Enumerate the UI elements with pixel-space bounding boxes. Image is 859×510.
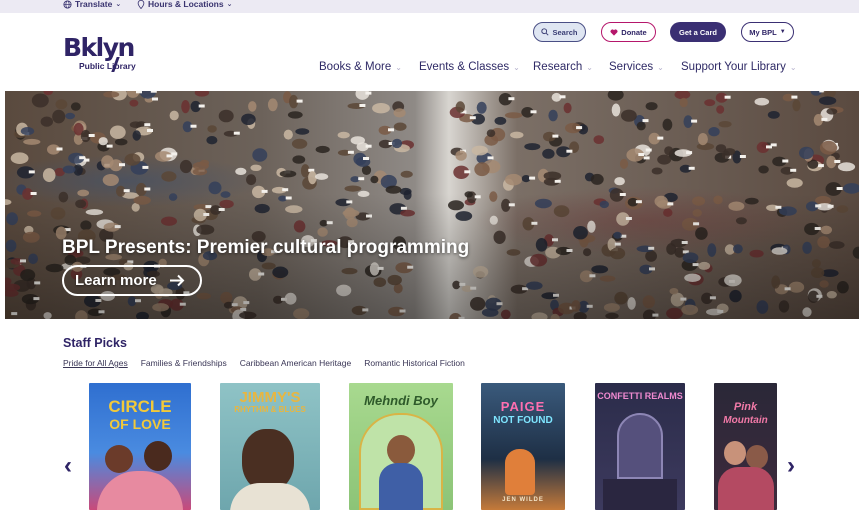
book-cover-jimmys-rhythm-blues[interactable]: JIMMY'S RHYTHM & BLUES bbox=[220, 383, 320, 510]
hero-title: BPL Presents: Premier cultural programmi… bbox=[62, 237, 470, 258]
donate-button[interactable]: Donate bbox=[601, 22, 656, 42]
book-cover-mehndi-boy[interactable]: Mehndi Boy bbox=[349, 383, 453, 510]
cover-figure bbox=[718, 467, 774, 510]
get-a-card-label: Get a Card bbox=[679, 27, 717, 37]
chevron-down-icon: ⌄ bbox=[586, 62, 593, 72]
utility-bar: Translate ⌄ Hours & Locations ⌄ bbox=[0, 0, 859, 13]
book-title-2: Mountain bbox=[723, 415, 768, 426]
nav-services[interactable]: Services ⌄ bbox=[609, 60, 664, 74]
hours-label: Hours & Locations bbox=[148, 0, 224, 9]
translate-label: Translate bbox=[75, 0, 113, 9]
chevron-down-icon: ⌄ bbox=[657, 62, 664, 72]
tab-romantic[interactable]: Romantic Historical Fiction bbox=[364, 358, 465, 368]
book-title-2: NOT FOUND bbox=[493, 415, 553, 426]
carousel-next-button[interactable]: › bbox=[787, 454, 801, 478]
cover-figure bbox=[242, 429, 294, 491]
book-cover-paige-not-found[interactable]: PAIGE NOT FOUND JEN WILDE bbox=[481, 383, 565, 510]
my-bpl-button[interactable]: My BPL ▼ bbox=[741, 22, 794, 42]
search-label: Search bbox=[552, 27, 578, 37]
book-title: Pink bbox=[733, 401, 758, 413]
cover-figure bbox=[97, 471, 183, 510]
nav-events-classes[interactable]: Events & Classes ⌄ bbox=[419, 60, 520, 74]
search-button[interactable]: Search bbox=[533, 22, 586, 42]
cover-figure bbox=[144, 441, 172, 471]
book-cover-pink-mountain[interactable]: Pink Mountain bbox=[714, 383, 777, 510]
tab-families[interactable]: Families & Friendships bbox=[141, 358, 227, 368]
book-cover-circle-of-love[interactable]: CIRCLE OF LOVE bbox=[89, 383, 191, 510]
donate-label: Donate bbox=[621, 27, 647, 37]
nav-label: Events & Classes bbox=[419, 61, 510, 73]
nav-research[interactable]: Research ⌄ bbox=[533, 60, 593, 74]
cover-figure bbox=[724, 441, 746, 465]
hero-banner[interactable]: BPL Presents: Premier cultural programmi… bbox=[5, 91, 859, 319]
nav-books-more[interactable]: Books & More ⌄ bbox=[319, 60, 402, 74]
search-icon bbox=[541, 28, 550, 36]
nav-support[interactable]: Support Your Library ⌄ bbox=[681, 60, 797, 74]
book-author: JEN WILDE bbox=[502, 497, 544, 503]
cover-figure bbox=[230, 483, 310, 510]
learn-more-button[interactable]: Learn more bbox=[62, 265, 202, 296]
caret-down-icon: ▼ bbox=[779, 29, 786, 35]
cover-doorway bbox=[617, 413, 663, 479]
chevron-down-icon: ⌄ bbox=[789, 62, 797, 72]
chevron-down-icon: ⌄ bbox=[513, 62, 520, 72]
book-title: CIRCLE bbox=[108, 397, 172, 416]
logo-subtitle: Public Library bbox=[79, 61, 136, 71]
cover-figure bbox=[387, 435, 415, 465]
book-title: JIMMY'S bbox=[239, 389, 301, 406]
nav-label: Books & More bbox=[319, 61, 392, 73]
my-bpl-label: My BPL bbox=[749, 27, 777, 37]
cover-figure bbox=[505, 449, 535, 495]
cover-figure bbox=[746, 445, 768, 469]
book-title: Mehndi Boy bbox=[364, 393, 438, 408]
nav-label: Services bbox=[609, 61, 654, 73]
chevron-down-icon: ⌄ bbox=[226, 1, 233, 8]
heart-icon bbox=[610, 28, 618, 36]
book-title: CONFETTI REALMS bbox=[597, 391, 683, 401]
book-title-2: RHYTHM & BLUES bbox=[234, 405, 306, 414]
logo-wordmark: Bklyn bbox=[63, 33, 135, 62]
tab-caribbean[interactable]: Caribbean American Heritage bbox=[240, 358, 352, 368]
cover-figure bbox=[379, 463, 423, 510]
globe-icon bbox=[63, 0, 72, 9]
translate-menu[interactable]: Translate ⌄ bbox=[63, 0, 121, 9]
chevron-down-icon: ⌄ bbox=[395, 62, 402, 72]
nav-label: Research bbox=[533, 61, 583, 73]
arrow-right-icon bbox=[169, 274, 185, 287]
bklyn-logo[interactable]: Bklyn Public Library bbox=[63, 33, 159, 74]
cover-figure bbox=[105, 445, 133, 473]
staff-picks-tabs: Pride for All Ages Families & Friendship… bbox=[63, 358, 465, 368]
nav-label: Support Your Library bbox=[681, 61, 786, 73]
book-title-2: OF LOVE bbox=[109, 416, 171, 432]
carousel-prev-button[interactable]: ‹ bbox=[64, 454, 78, 478]
learn-more-label: Learn more bbox=[75, 272, 157, 289]
hours-locations-menu[interactable]: Hours & Locations ⌄ bbox=[137, 0, 232, 9]
chevron-down-icon: ⌄ bbox=[115, 1, 122, 8]
staff-picks-title: Staff Picks bbox=[63, 336, 127, 350]
get-a-card-button[interactable]: Get a Card bbox=[670, 22, 726, 42]
cover-stairs bbox=[603, 479, 677, 510]
book-title: PAIGE bbox=[500, 399, 546, 414]
location-pin-icon bbox=[137, 0, 145, 9]
tab-pride[interactable]: Pride for All Ages bbox=[63, 358, 128, 368]
book-cover-confetti-realms[interactable]: CONFETTI REALMS bbox=[595, 383, 685, 510]
